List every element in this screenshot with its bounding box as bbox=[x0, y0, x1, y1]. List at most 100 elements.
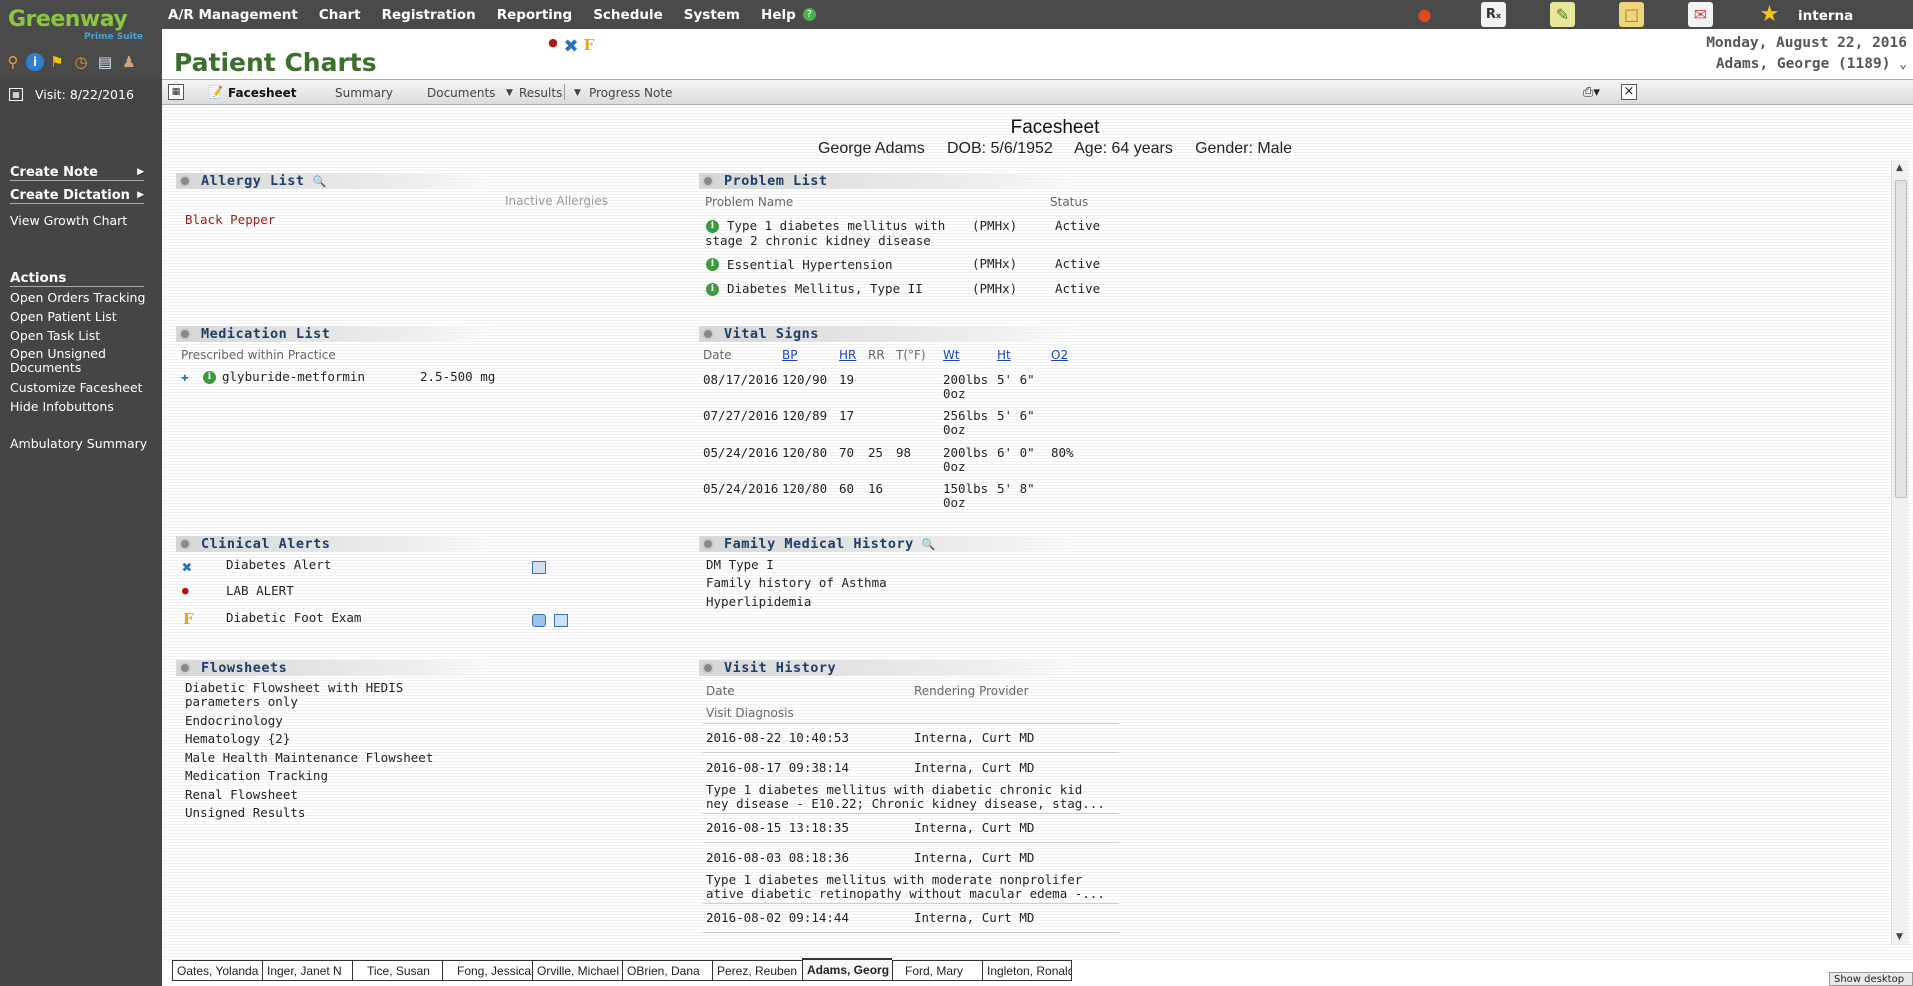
patient-tab[interactable]: Ford, Mary bbox=[892, 960, 982, 981]
family-history-item[interactable]: Hyperlipidemia bbox=[706, 594, 811, 609]
flowsheet-item[interactable]: Diabetic Flowsheet with HEDIS bbox=[185, 680, 403, 695]
magnifier-icon[interactable]: 🔍 bbox=[313, 175, 327, 188]
patient-tab[interactable]: Tice, Susan bbox=[352, 960, 442, 981]
problem-name[interactable]: Type 1 diabetes mellitus with bbox=[727, 218, 945, 233]
foot-exam-f-icon[interactable]: F bbox=[580, 36, 598, 56]
gear-icon[interactable] bbox=[179, 328, 191, 340]
flowsheet-item-cont[interactable]: parameters only bbox=[185, 694, 298, 709]
visit-date[interactable]: 2016-08-22 10:40:53 bbox=[706, 730, 849, 745]
ambulatory-summary-link[interactable]: Ambulatory Summary bbox=[10, 436, 147, 451]
open-task-list-link[interactable]: Open Task List bbox=[10, 328, 100, 343]
menu-registration[interactable]: Registration bbox=[382, 7, 476, 23]
blood-alert-icon[interactable]: ● bbox=[544, 36, 562, 56]
flowsheet-item[interactable]: Medication Tracking bbox=[185, 768, 328, 783]
info-icon[interactable]: i bbox=[706, 258, 719, 271]
gear-icon[interactable] bbox=[702, 662, 714, 674]
flowsheet-item[interactable]: Hematology {2} bbox=[185, 731, 290, 746]
tab-results[interactable]: Results bbox=[519, 86, 562, 100]
visit-date[interactable]: 2016-08-15 13:18:35 bbox=[706, 820, 849, 835]
tab-documents[interactable]: Documents bbox=[427, 86, 495, 100]
scroll-up-icon[interactable]: ▲ bbox=[1896, 163, 1903, 173]
patient-tab[interactable]: Perez, Reuben bbox=[712, 960, 802, 981]
current-user[interactable]: interna bbox=[1798, 8, 1853, 24]
document-icon[interactable]: ▤ bbox=[94, 49, 116, 75]
flowsheet-item[interactable]: Renal Flowsheet bbox=[185, 787, 298, 802]
gear-icon[interactable] bbox=[702, 175, 714, 187]
allergy-item[interactable]: Black Pepper bbox=[185, 212, 275, 227]
flowsheet-item[interactable]: Male Health Maintenance Flowsheet bbox=[185, 750, 433, 765]
info-icon[interactable]: i bbox=[706, 283, 719, 296]
menu-ar-management[interactable]: A/R Management bbox=[168, 7, 298, 23]
family-history-item[interactable]: DM Type I bbox=[706, 557, 774, 572]
create-dictation-menu[interactable]: Create Dictation ▶ bbox=[10, 188, 144, 204]
open-orders-tracking-link[interactable]: Open Orders Tracking bbox=[10, 290, 145, 305]
open-patient-list-link[interactable]: Open Patient List bbox=[10, 309, 117, 324]
mail-icon[interactable]: ✉ bbox=[1688, 2, 1713, 27]
visit-date[interactable]: 2016-08-17 09:38:14 bbox=[706, 760, 849, 775]
flag-icon[interactable]: ⚑ bbox=[46, 49, 68, 75]
visit-date[interactable]: 2016-08-03 08:18:36 bbox=[706, 850, 849, 865]
gear-icon[interactable] bbox=[179, 175, 191, 187]
favorites-star-icon[interactable]: ★ bbox=[1757, 2, 1782, 27]
clinical-alert-item[interactable]: LAB ALERT bbox=[226, 583, 294, 598]
current-patient[interactable]: Adams, George (1189) ⌄ bbox=[1706, 54, 1907, 75]
menu-reporting[interactable]: Reporting bbox=[497, 7, 573, 23]
patient-tab[interactable]: OBrien, Dana bbox=[622, 960, 712, 981]
folder-icon[interactable]: □ bbox=[1619, 2, 1644, 27]
medication-name[interactable]: glyburide-metformin bbox=[222, 369, 365, 384]
patient-tab[interactable]: Orville, Michael bbox=[532, 960, 622, 981]
scroll-down-icon[interactable]: ▼ bbox=[1896, 932, 1903, 942]
patient-tab[interactable]: Oates, Yolanda bbox=[172, 960, 262, 981]
show-desktop-button[interactable]: Show desktop bbox=[1829, 972, 1913, 986]
notes-icon[interactable]: ✎ bbox=[1550, 2, 1575, 27]
tab-progress-note[interactable]: Progress Note bbox=[589, 86, 672, 100]
chevron-down-icon[interactable]: ⌄ bbox=[1899, 57, 1907, 72]
inactive-allergies-link[interactable]: Inactive Allergies bbox=[505, 194, 608, 208]
patient-tab[interactable]: Ingleton, Ronald bbox=[982, 960, 1072, 981]
flowsheet-item[interactable]: Unsigned Results bbox=[185, 805, 305, 820]
vertical-scrollbar[interactable]: ▲ ▼ bbox=[1891, 160, 1909, 945]
rx-icon[interactable]: Rₓ bbox=[1481, 2, 1506, 27]
open-unsigned-documents-link[interactable]: Open Unsigned Documents bbox=[10, 347, 106, 375]
people-icon[interactable]: ♟ bbox=[118, 49, 140, 75]
vitals-col-ht[interactable]: Ht bbox=[997, 348, 1011, 362]
gear-icon[interactable] bbox=[702, 538, 714, 550]
alert-action-button[interactable] bbox=[532, 614, 546, 627]
visit-date[interactable]: 2016-08-02 09:14:44 bbox=[706, 910, 849, 925]
dropdown-arrow-icon[interactable]: ▼ bbox=[506, 88, 513, 98]
tab-summary[interactable]: Summary bbox=[335, 86, 393, 100]
close-icon[interactable]: × bbox=[1621, 84, 1637, 100]
problem-name[interactable]: Essential Hypertension bbox=[727, 257, 893, 272]
family-history-item[interactable]: Family history of Asthma bbox=[706, 575, 887, 590]
patient-tab[interactable]: Fong, Jessica bbox=[442, 960, 532, 981]
patient-tab-active[interactable]: Adams, Georg bbox=[802, 958, 892, 981]
search-patient-icon[interactable]: ⚲ bbox=[2, 49, 24, 75]
view-growth-chart-link[interactable]: View Growth Chart bbox=[10, 213, 127, 228]
diabetes-alert-icon[interactable]: ✖ bbox=[562, 36, 580, 57]
menu-schedule[interactable]: Schedule bbox=[593, 7, 663, 23]
schedule-icon[interactable]: ◷ bbox=[70, 49, 92, 75]
clinical-alert-item[interactable]: Diabetes Alert bbox=[226, 557, 331, 572]
vitals-col-o2[interactable]: O2 bbox=[1051, 348, 1068, 362]
alert-detail-button[interactable] bbox=[554, 614, 568, 627]
menu-help[interactable]: Help bbox=[761, 7, 796, 23]
info-icon[interactable]: i bbox=[706, 220, 719, 233]
microphone-icon[interactable]: ● bbox=[1412, 2, 1437, 27]
print-icon[interactable]: ⎙▾ bbox=[1583, 85, 1600, 100]
visit-selector[interactable]: ▦ Visit: 8/22/2016 bbox=[9, 87, 134, 102]
info-icon[interactable]: i bbox=[203, 371, 216, 384]
vitals-col-hr[interactable]: HR bbox=[839, 348, 856, 362]
help-icon[interactable]: ? bbox=[802, 8, 816, 21]
customize-facesheet-link[interactable]: Customize Facesheet bbox=[10, 380, 143, 395]
tab-facesheet[interactable]: Facesheet bbox=[228, 86, 297, 100]
problem-name[interactable]: Diabetes Mellitus, Type II bbox=[727, 281, 923, 296]
expand-icon[interactable]: ✚ bbox=[181, 369, 189, 384]
patient-tab[interactable]: Inger, Janet N bbox=[262, 960, 352, 981]
dropdown-arrow-icon[interactable]: ▼ bbox=[574, 88, 581, 98]
menu-system[interactable]: System bbox=[684, 7, 740, 23]
info-icon[interactable]: i bbox=[26, 52, 44, 71]
scroll-thumb[interactable] bbox=[1895, 180, 1907, 498]
hide-infobuttons-link[interactable]: Hide Infobuttons bbox=[10, 399, 114, 414]
gear-icon[interactable] bbox=[179, 662, 191, 674]
gear-icon[interactable] bbox=[702, 328, 714, 340]
